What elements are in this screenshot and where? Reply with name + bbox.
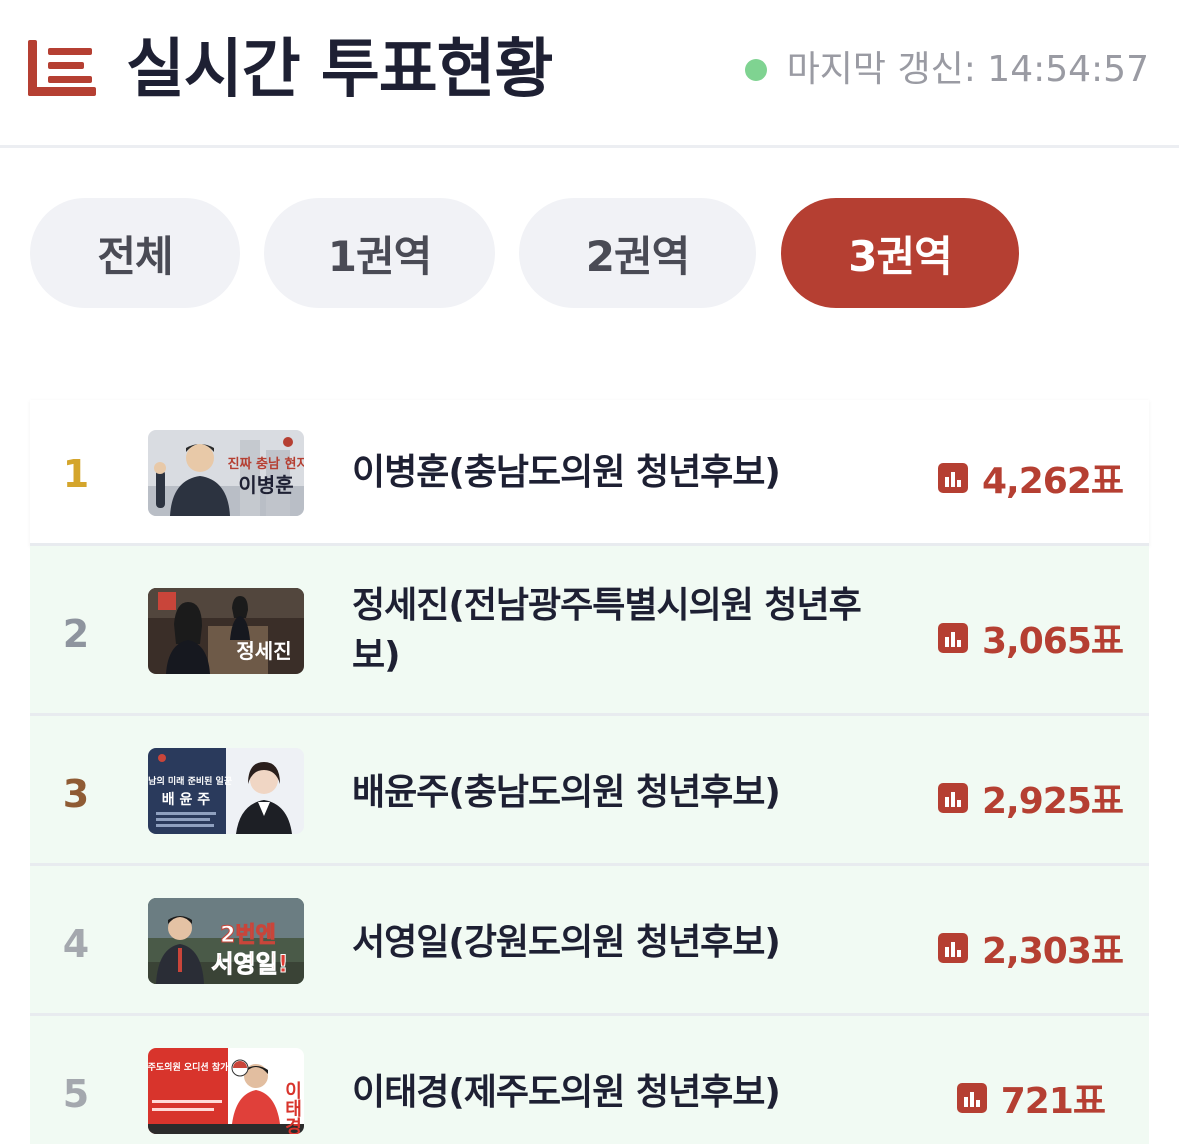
bar-chart-icon <box>938 623 968 653</box>
thumbnail-caption: 서영일! <box>211 950 288 978</box>
vote-count-text: 2,925표 <box>982 781 1124 822</box>
candidate-name: 이병훈(충남도의원 청년후보) <box>352 452 781 493</box>
thumbnail-slogan: 2번엔 <box>220 923 276 948</box>
candidate-thumbnail: 충남의 미래 준비된 일꾼 배 윤 주 <box>148 748 304 834</box>
online-status-dot <box>744 59 767 81</box>
candidate-row[interactable]: 2 정세진 정세진(전남광주특별시의원 청년후보) 3,065표 <box>30 546 1149 716</box>
tab-region-2[interactable]: 2권역 <box>519 198 756 308</box>
rank-number: 1 <box>62 452 90 496</box>
rank-number: 3 <box>62 772 90 816</box>
candidate-name: 서영일(강원도의원 청년후보) <box>352 922 781 963</box>
rank-number: 4 <box>62 922 90 966</box>
thumbnail-caption: 배 윤 주 <box>162 792 211 808</box>
thumbnail-slogan: 충남의 미래 준비된 일꾼 <box>148 775 232 787</box>
candidate-row[interactable]: 1 진짜 충남 현지인 이병훈 이병훈(충남도의원 청년후보) <box>30 400 1149 546</box>
ranking-list-icon <box>28 40 96 96</box>
candidate-row[interactable]: 5 제주도의원 오디션 참가자 이태경 이태경(제주도의원 청년후보) 721표 <box>30 1016 1149 1144</box>
rank-number: 5 <box>62 1072 90 1116</box>
region-tabs: 전체 1권역 2권역 3권역 <box>30 198 1150 308</box>
bar-chart-icon <box>938 463 968 493</box>
page-title: 실시간 투표현황 <box>126 33 553 107</box>
candidate-row[interactable]: 3 충남의 미래 준비된 일꾼 배 윤 주 배윤주(충남도의원 청년후보) 2,… <box>30 716 1149 866</box>
tab-region-1[interactable]: 1권역 <box>264 198 495 308</box>
last-update-text: 마지막 갱신: 14:54:57 <box>786 49 1149 90</box>
thumbnail-caption: 이태경 <box>282 1081 303 1134</box>
candidate-row[interactable]: 4 2번엔 서영일! 서영일(강원도의원 청년후보) 2,303표 <box>30 866 1149 1016</box>
vote-count: 2,303표 <box>938 922 1124 974</box>
thumbnail-caption: 이병훈 <box>238 473 293 497</box>
vote-count-text: 3,065표 <box>982 621 1124 662</box>
vote-count-text: 4,262표 <box>982 461 1124 502</box>
thumbnail-slogan: 진짜 충남 현지인 <box>228 456 304 472</box>
candidate-thumbnail: 정세진 <box>148 588 304 674</box>
candidate-name: 정세진(전남광주특별시의원 청년후보) <box>352 585 862 676</box>
bar-chart-icon <box>956 1083 987 1113</box>
vote-count-text: 2,303표 <box>982 931 1124 972</box>
tab-region-3[interactable]: 3권역 <box>781 198 1019 308</box>
page-header: 실시간 투표현황 마지막 갱신: 14:54:57 <box>0 0 1179 148</box>
candidate-thumbnail: 2번엔 서영일! <box>148 898 304 984</box>
vote-count-text: 721표 <box>1000 1081 1106 1122</box>
vote-count: 2,925표 <box>938 772 1124 824</box>
rank-number: 2 <box>62 612 90 656</box>
candidate-thumbnail: 진짜 충남 현지인 이병훈 <box>148 430 304 516</box>
vote-count: 4,262표 <box>938 452 1124 504</box>
last-update-status: 마지막 갱신: 14:54:57 <box>744 48 1149 92</box>
bar-chart-icon <box>938 783 968 813</box>
thumbnail-caption: 정세진 <box>236 639 291 663</box>
thumbnail-slogan: 제주도의원 오디션 참가자 <box>148 1061 237 1073</box>
candidate-name: 배윤주(충남도의원 청년후보) <box>352 772 781 813</box>
vote-count: 3,065표 <box>938 612 1124 664</box>
candidate-thumbnail: 제주도의원 오디션 참가자 이태경 <box>148 1048 304 1134</box>
bar-chart-icon <box>938 933 968 963</box>
tab-all[interactable]: 전체 <box>30 198 240 308</box>
vote-count: 721표 <box>956 1072 1106 1124</box>
candidate-name: 이태경(제주도의원 청년후보) <box>352 1072 781 1113</box>
